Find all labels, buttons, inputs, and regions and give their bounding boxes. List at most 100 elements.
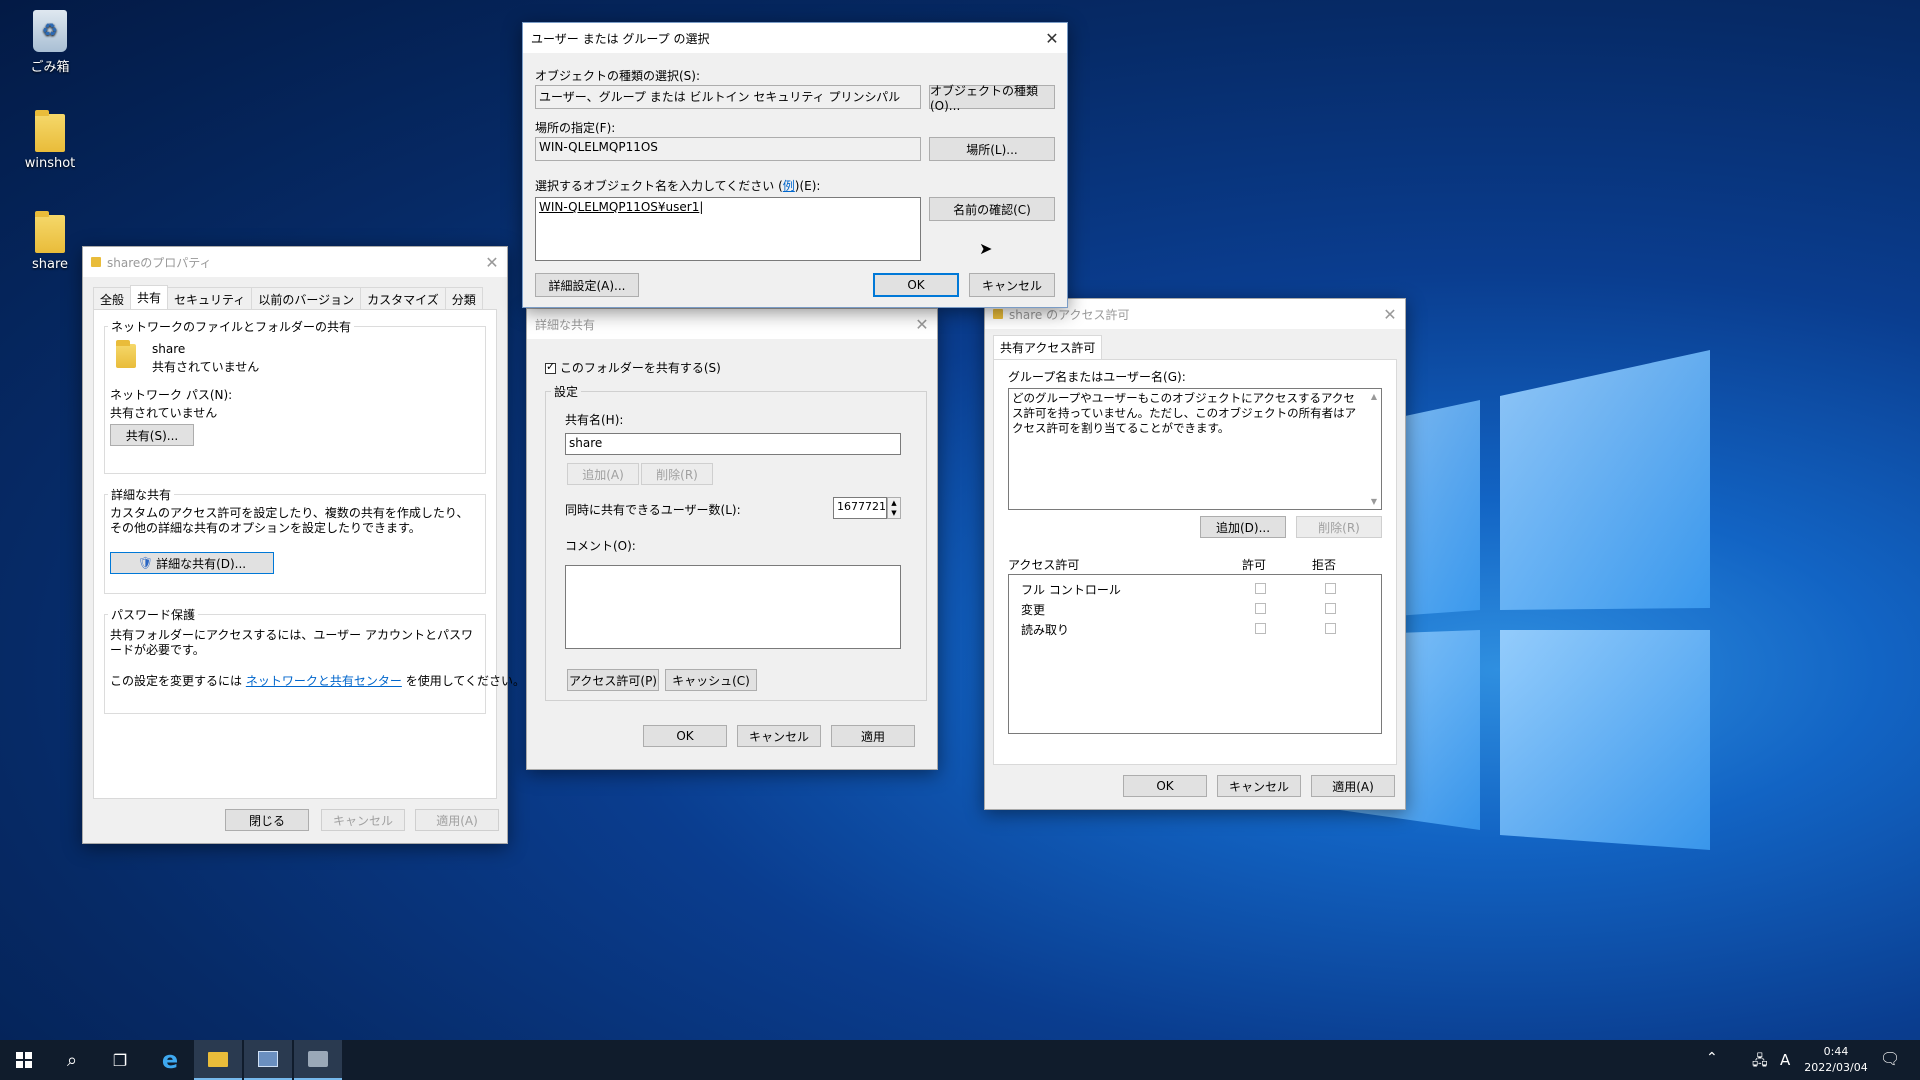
examples-link[interactable]: 例 — [783, 179, 795, 193]
spin-down-icon[interactable]: ▼ — [888, 508, 900, 518]
scroll-up-icon[interactable]: ▲ — [1367, 389, 1381, 404]
clock-date: 2022/03/04 — [1804, 1061, 1868, 1074]
ok-button[interactable]: OK — [873, 273, 959, 297]
share-name-label: 共有名(H): — [565, 413, 624, 427]
tab-share-permissions[interactable]: 共有アクセス許可 — [993, 335, 1103, 361]
deny-checkbox[interactable] — [1325, 583, 1336, 594]
share-button[interactable]: 共有(S)... — [110, 424, 194, 446]
remove-share-button[interactable]: 削除(R) — [641, 463, 713, 485]
max-users-input[interactable]: 16777216 — [833, 497, 887, 519]
window-title: share のアクセス許可 — [1009, 307, 1130, 322]
deny-header: 拒否 — [1312, 558, 1337, 572]
group-user-label: グループ名またはユーザー名(G): — [1008, 370, 1186, 384]
share-folder-label: このフォルダーを共有する(S) — [559, 361, 721, 375]
select-users-groups-dialog: ユーザー または グループ の選択 ✕ オブジェクトの種類の選択(S): ユーザ… — [522, 22, 1068, 308]
object-names-input[interactable]: WIN-QLELMQP11OS¥user1| — [535, 197, 921, 261]
max-users-label: 同時に共有できるユーザー数(L): — [565, 503, 741, 517]
cancel-button[interactable]: キャンセル — [1217, 775, 1301, 797]
window-title: ユーザー または グループ の選択 — [531, 31, 710, 46]
clock[interactable]: 0:44 2022/03/04 — [1802, 1044, 1870, 1076]
show-hidden-icons-chevron[interactable]: ⌃ — [1706, 1050, 1718, 1066]
apply-button[interactable]: 適用(A) — [1311, 775, 1395, 797]
close-icon[interactable]: ✕ — [1375, 299, 1405, 329]
locations-button[interactable]: 場所(L)... — [929, 137, 1055, 161]
file-explorer-icon[interactable] — [194, 1040, 242, 1080]
internet-explorer-icon[interactable]: e — [146, 1040, 194, 1080]
checkbox-checked[interactable] — [545, 360, 556, 374]
titlebar[interactable]: shareのプロパティ ✕ — [83, 247, 507, 277]
allow-checkbox[interactable] — [1255, 603, 1266, 614]
cancel-button[interactable]: キャンセル — [969, 273, 1055, 297]
tab-security[interactable]: セキュリティ — [167, 287, 253, 311]
scroll-down-icon[interactable]: ▼ — [1367, 494, 1381, 509]
taskbar: ⌕ ❐ e ⌃ 🖧 A 0:44 2022/03/04 🗨 — [0, 1040, 1920, 1080]
ok-button[interactable]: OK — [1123, 775, 1207, 797]
search-icon[interactable]: ⌕ — [48, 1040, 96, 1080]
comment-textarea[interactable] — [565, 565, 901, 649]
close-icon[interactable]: ✕ — [907, 309, 937, 339]
notification-icon[interactable]: 🗨 — [1880, 1049, 1900, 1068]
mouse-cursor-icon: ➤ — [979, 239, 993, 258]
label-prefix: 選択するオブジェクト名を入力してください ( — [535, 179, 783, 193]
tab-previous-versions[interactable]: 以前のバージョン — [251, 287, 362, 311]
network-sharing-center-link[interactable]: ネットワークと共有センター — [246, 674, 402, 688]
password-change-text: この設定を変更するには ネットワークと共有センター を使用してください。 — [110, 672, 525, 689]
permissions-list: フル コントロール 変更 読み取り — [1008, 574, 1382, 734]
desktop-icon-label: share — [31, 257, 69, 272]
network-tool-icon[interactable] — [294, 1040, 342, 1080]
close-icon[interactable]: ✕ — [1037, 23, 1067, 53]
server-manager-icon[interactable] — [244, 1040, 292, 1080]
advanced-button[interactable]: 詳細設定(A)... — [535, 273, 639, 297]
folder-icon — [35, 110, 65, 152]
add-button[interactable]: 追加(D)... — [1200, 516, 1286, 538]
permission-name: フル コントロール — [1021, 583, 1121, 597]
tab-general[interactable]: 全般 — [93, 287, 132, 311]
scrollbar[interactable]: ▲ ▼ — [1367, 389, 1381, 509]
desktop-icon-share[interactable]: share — [10, 211, 90, 272]
desktop-icon-recycle-bin[interactable]: ごみ箱 — [10, 10, 90, 75]
share-permissions-dialog: share のアクセス許可 ✕ 共有アクセス許可 グループ名またはユーザー名(G… — [984, 298, 1406, 810]
task-view-icon[interactable]: ❐ — [96, 1040, 144, 1080]
advanced-sharing-button[interactable]: 🛡 詳細な共有(D)... — [110, 552, 274, 574]
spinner[interactable]: ▲ ▼ — [887, 497, 901, 519]
desktop-icon-label: winshot — [24, 156, 76, 171]
tab-strip: 全般 共有 セキュリティ 以前のバージョン カスタマイズ 分類 — [93, 285, 483, 311]
share-name-input[interactable]: share — [565, 433, 901, 455]
location-field: WIN-QLELMQP11OS — [535, 137, 921, 161]
remove-button[interactable]: 削除(R) — [1296, 516, 1382, 538]
tab-customize[interactable]: カスタマイズ — [360, 287, 446, 311]
titlebar[interactable]: ユーザー または グループ の選択 ✕ — [523, 23, 1067, 53]
titlebar[interactable]: 詳細な共有 ✕ — [527, 309, 937, 339]
caching-button[interactable]: キャッシュ(C) — [665, 669, 757, 691]
network-icon[interactable]: 🖧 — [1752, 1050, 1768, 1074]
advanced-sharing-button-label: 詳細な共有(D)... — [156, 556, 247, 571]
share-folder-checkbox[interactable]: このフォルダーを共有する(S) — [545, 359, 721, 376]
windows-logo-icon — [16, 1052, 32, 1068]
ok-button[interactable]: OK — [643, 725, 727, 747]
object-types-button[interactable]: オブジェクトの種類(O)... — [929, 84, 1055, 113]
comment-label: コメント(O): — [565, 539, 636, 553]
apply-button[interactable]: 適用(A) — [415, 809, 499, 831]
label-suffix: )(E): — [794, 179, 821, 193]
cancel-button[interactable]: キャンセル — [737, 725, 821, 747]
desktop-icon-winshot[interactable]: winshot — [10, 110, 90, 171]
group-title: ネットワークのファイルとフォルダーの共有 — [108, 318, 355, 335]
spin-up-icon[interactable]: ▲ — [888, 498, 900, 508]
allow-checkbox[interactable] — [1255, 583, 1266, 594]
allow-checkbox[interactable] — [1255, 623, 1266, 634]
close-icon[interactable]: ✕ — [477, 247, 507, 277]
check-names-button[interactable]: 名前の確認(C) — [929, 197, 1055, 221]
start-button[interactable] — [0, 1040, 48, 1080]
ime-indicator[interactable]: A — [1780, 1051, 1790, 1069]
folder-shape — [208, 1051, 228, 1067]
tab-sharing[interactable]: 共有 — [130, 285, 169, 311]
cancel-button[interactable]: キャンセル — [321, 809, 405, 831]
apply-button[interactable]: 適用 — [831, 725, 915, 747]
group-user-list[interactable]: どのグループやユーザーもこのオブジェクトにアクセスするアクセス許可を持っていませ… — [1008, 388, 1382, 510]
deny-checkbox[interactable] — [1325, 623, 1336, 634]
permissions-button[interactable]: アクセス許可(P) — [567, 669, 659, 691]
tab-classification[interactable]: 分類 — [444, 287, 483, 311]
close-button[interactable]: 閉じる — [225, 809, 309, 831]
add-share-button[interactable]: 追加(A) — [567, 463, 639, 485]
deny-checkbox[interactable] — [1325, 603, 1336, 614]
